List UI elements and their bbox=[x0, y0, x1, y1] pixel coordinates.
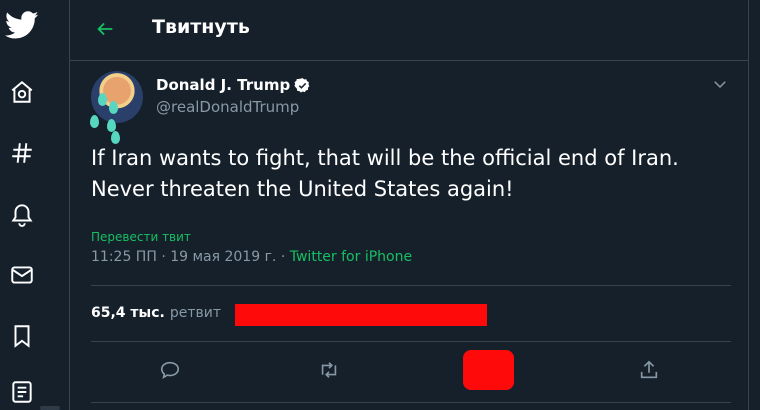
avatar[interactable] bbox=[91, 71, 143, 123]
retweet-count: 65,4 тыс. bbox=[91, 305, 165, 321]
divider bbox=[91, 341, 731, 342]
chevron-down-icon bbox=[714, 81, 726, 89]
tweet-detail: Donald J. Trump @realDonaldTrump If Iran… bbox=[70, 61, 748, 410]
page-title: Твитнуть bbox=[152, 16, 250, 38]
page-header: Твитнуть bbox=[70, 0, 748, 61]
tear-decoration bbox=[109, 101, 118, 114]
back-button[interactable] bbox=[90, 14, 120, 44]
share-button[interactable] bbox=[636, 357, 662, 383]
redaction-bar bbox=[235, 304, 487, 326]
share-icon bbox=[640, 360, 658, 379]
reply-icon bbox=[160, 361, 180, 380]
tweet-text-line: Never threaten the United States again! bbox=[91, 177, 514, 201]
tear-decoration bbox=[98, 93, 107, 106]
meta-separator: · bbox=[280, 249, 286, 265]
next-item-hint bbox=[40, 406, 60, 410]
like-button-redacted[interactable] bbox=[463, 350, 514, 390]
column-divider bbox=[748, 0, 749, 410]
tweet-time[interactable]: 11:25 ПП bbox=[91, 249, 157, 265]
tweet-text-line: If Iran wants to fight, that will be the… bbox=[91, 146, 679, 170]
tweet-date[interactable]: 19 мая 2019 г. bbox=[170, 249, 276, 265]
divider bbox=[91, 285, 731, 286]
tear-decoration bbox=[90, 115, 99, 128]
sidebar bbox=[0, 0, 70, 410]
twitter-bird-icon[interactable] bbox=[4, 8, 40, 44]
verified-badge-icon bbox=[294, 77, 310, 93]
author-name[interactable]: Donald J. Trump bbox=[156, 76, 290, 94]
home-icon[interactable] bbox=[4, 74, 40, 110]
meta-separator: · bbox=[161, 249, 166, 265]
arrow-left-icon bbox=[97, 22, 113, 36]
author-row: Donald J. Trump bbox=[156, 76, 311, 94]
more-options-button[interactable] bbox=[711, 75, 729, 93]
bookmark-icon[interactable] bbox=[4, 318, 40, 354]
mail-icon[interactable] bbox=[4, 257, 40, 293]
retweet-button[interactable] bbox=[316, 357, 342, 383]
divider bbox=[91, 402, 731, 403]
author-handle[interactable]: @realDonaldTrump bbox=[156, 98, 299, 116]
reply-button[interactable] bbox=[157, 357, 183, 383]
list-icon[interactable] bbox=[4, 374, 40, 410]
retweet-icon bbox=[321, 362, 337, 378]
hashtag-icon[interactable] bbox=[4, 135, 40, 171]
translate-link[interactable]: Перевести твит bbox=[91, 230, 191, 244]
retweet-label: ретвит bbox=[169, 305, 221, 321]
bell-icon[interactable] bbox=[4, 196, 40, 232]
tweet-source[interactable]: Twitter for iPhone bbox=[290, 249, 412, 265]
tweet-text: If Iran wants to fight, that will be the… bbox=[91, 143, 731, 205]
tweet-stats[interactable]: 65,4 тыс. ретвит bbox=[91, 305, 221, 321]
tweet-meta: 11:25 ПП · 19 мая 2019 г. · Twitter for … bbox=[91, 249, 412, 265]
